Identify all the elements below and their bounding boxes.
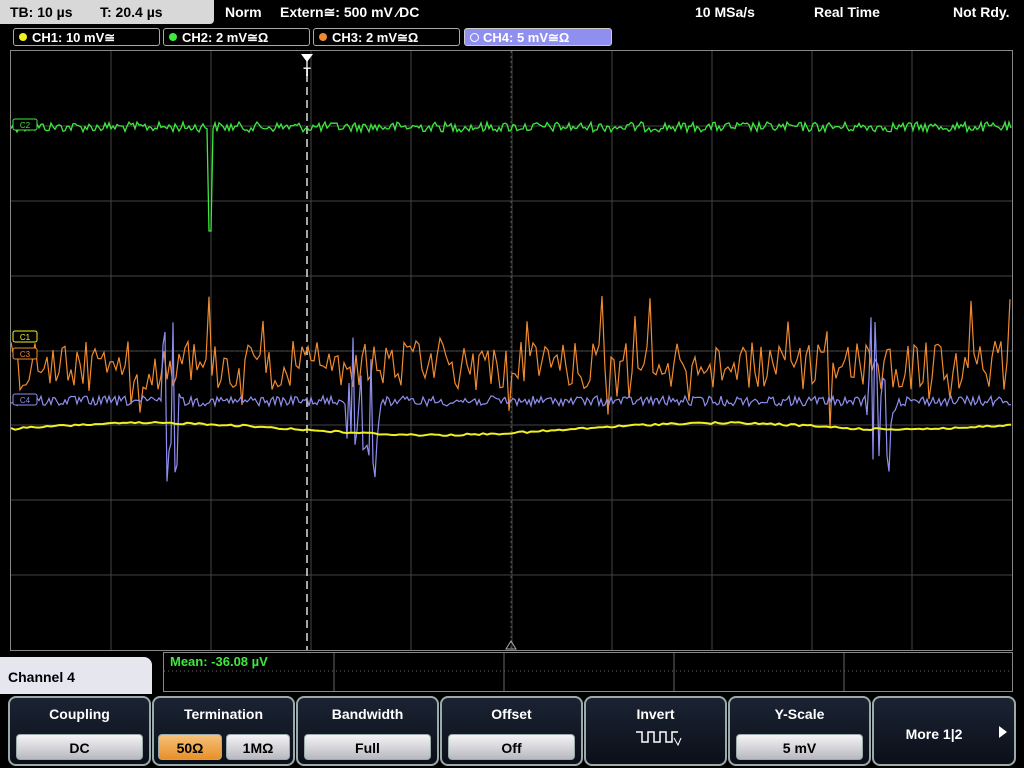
invert-softkey[interactable]: Invert [584,696,727,766]
coupling-label: Coupling [49,706,110,722]
ch4-color-icon [470,33,479,42]
timebase-box[interactable]: TB: 10 µs T: 20.4 µs [0,0,214,24]
channel-tab-ch4[interactable]: CH4: 5 mV≅Ω [464,28,612,46]
trigger-marker-label: T [303,65,311,79]
offset-label: Offset [491,706,532,722]
channel-tab-ch1[interactable]: CH1: 10 mV≅ [13,28,160,46]
waveform-display[interactable]: T C2 C1 C3 C4 [10,50,1013,651]
measurement-grid [164,653,1012,691]
ch3-label: CH3: 2 mV≅Ω [332,30,419,45]
ch1-marker-label: C1 [20,333,31,342]
ch4-marker-label: C4 [20,396,31,405]
coupling-value[interactable]: DC [16,734,143,760]
more-softkey[interactable]: More 1|2 [872,696,1016,766]
invert-waveform-icon [636,731,682,747]
ch2-level-marker[interactable]: C2 [12,118,38,131]
ch1-waveform [11,420,1012,437]
bandwidth-softkey[interactable]: Bandwidth Full [296,696,439,766]
acquisition-state: Not Rdy. [953,4,1010,20]
offset-value[interactable]: Off [448,734,575,760]
ch1-level-marker[interactable]: C1 [12,330,38,343]
softkey-bar: Coupling DC Termination 50Ω 1MΩ Bandwidt… [0,694,1024,768]
grid [11,51,1012,650]
ch3-color-icon [319,33,327,41]
acquisition-mode: Real Time [814,4,880,20]
offset-softkey[interactable]: Offset Off [440,696,583,766]
ch3-marker-label: C3 [20,350,31,359]
timebase-value: TB: 10 µs [10,4,73,20]
y-scale-softkey[interactable]: Y-Scale 5 mV [728,696,871,766]
trigger-mode[interactable]: Norm [225,0,262,24]
termination-1m-ohm-option[interactable]: 1MΩ [226,734,290,760]
sample-rate: 10 MSa/s [695,4,755,20]
y-scale-label: Y-Scale [774,706,825,722]
ch2-color-icon [169,33,177,41]
termination-softkey[interactable]: Termination 50Ω 1MΩ [152,696,295,766]
more-label: More 1|2 [905,726,963,742]
trigger-time-value: T: 20.4 µs [100,4,163,20]
coupling-softkey[interactable]: Coupling DC [8,696,151,766]
channel-tab-ch2[interactable]: CH2: 2 mV≅Ω [163,28,310,46]
arrow-right-icon [999,726,1007,738]
ch2-marker-label: C2 [20,121,31,130]
termination-label: Termination [183,706,264,722]
trigger-source[interactable]: Extern≅: 500 mV ⁄DC [280,0,419,24]
channel-tab-ch3[interactable]: CH3: 2 mV≅Ω [313,28,460,46]
bandwidth-value[interactable]: Full [304,734,431,760]
measurement-panel[interactable]: Mean: -36.08 µV [163,652,1013,692]
ch2-label: CH2: 2 mV≅Ω [182,30,269,45]
ch1-color-icon [19,33,27,41]
invert-label: Invert [636,706,675,722]
ch4-label: CH4: 5 mV≅Ω [483,30,570,45]
menu-title: Channel 4 [8,669,75,685]
ch3-level-marker[interactable]: C3 [12,347,38,360]
waveform-canvas: T C2 C1 C3 C4 [11,51,1012,650]
termination-50-ohm-option[interactable]: 50Ω [158,734,222,760]
ch1-label: CH1: 10 mV≅ [32,30,116,45]
status-bar: TB: 10 µs T: 20.4 µs Norm Extern≅: 500 m… [0,0,1024,24]
bandwidth-label: Bandwidth [331,706,404,722]
menu-title-tab: Channel 4 [0,657,152,697]
ch4-level-marker[interactable]: C4 [12,393,38,406]
y-scale-value[interactable]: 5 mV [736,734,863,760]
